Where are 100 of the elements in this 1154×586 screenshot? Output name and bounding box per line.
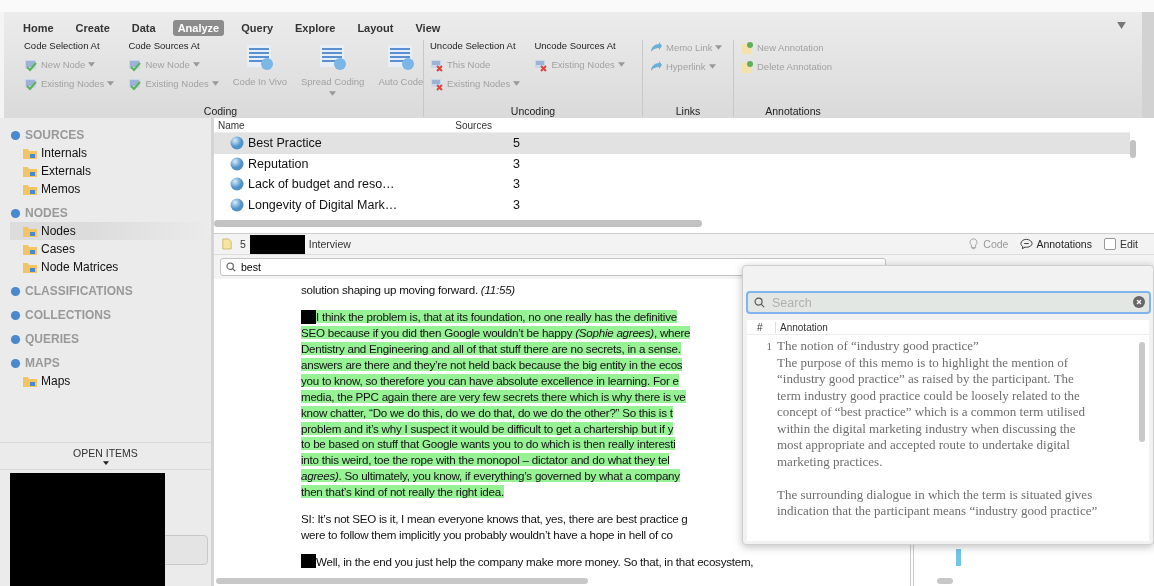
table-row[interactable]: Reputation 3: [214, 153, 1130, 174]
document-title: Interview: [308, 238, 351, 250]
open-items-label[interactable]: OPEN ITEMS: [73, 447, 138, 459]
column-header[interactable]: Sources: [432, 119, 492, 131]
group-label: Links: [675, 105, 701, 117]
document-text: answers are there and they’re not held back because the big entity in the ecos: [301, 358, 683, 371]
sidebar-item[interactable]: Node Matrices: [10, 258, 211, 276]
clear-icon[interactable]: [1133, 296, 1145, 308]
table-cell-text: Reputation: [247, 156, 310, 171]
document-text: problem and it’s why I suspect it would be difficult to get a chartership but if y: [301, 421, 674, 435]
caret-icon: [107, 81, 115, 86]
caret-icon: [329, 91, 337, 96]
lightbulb-icon: [967, 238, 981, 250]
section-icon: [10, 357, 21, 369]
caret-icon: [708, 64, 716, 69]
column-header[interactable]: #: [747, 321, 775, 333]
speech-bubble-icon: [1020, 238, 1034, 250]
sidebar-item[interactable]: Maps: [10, 372, 211, 390]
table-row[interactable]: Best Practice 5: [214, 133, 1130, 154]
document-text: I think the problem is, that at its foundation, no one really has the definitive: [316, 310, 677, 324]
remove-node-icon: [430, 76, 444, 91]
remove-node-icon: [534, 57, 549, 72]
document-text: into this weird, toe the rope with the monopol – dictator and do what they tel: [301, 453, 670, 467]
scrollbar[interactable]: [937, 578, 953, 584]
annotation-text: The surrounding dialogue in which the term is situated gives indication that the participant means “industry good practice”: [777, 486, 1099, 520]
caret-icon: [211, 81, 219, 86]
table-cell-text: Best Practice: [247, 136, 323, 151]
sidebar-item[interactable]: Cases: [10, 240, 211, 258]
group-header: Code Sources At: [128, 40, 201, 53]
note-icon: [740, 59, 754, 74]
search-icon: [754, 297, 765, 308]
document-text: were to follow them implicitly you probably wouldn’t have a hope in hell of co: [301, 527, 673, 541]
table-cell-text: 5: [512, 136, 520, 151]
folder-icon: [22, 374, 38, 388]
node-icon: [230, 136, 244, 151]
scrollbar[interactable]: [214, 220, 702, 227]
document-text: solution shaping up moving forward. (11:55): [301, 283, 515, 297]
folder-icon: [22, 146, 38, 160]
group-header: Uncode Selection At: [430, 40, 517, 53]
section-icon: [10, 333, 21, 345]
sidebar-item[interactable]: Externals: [10, 162, 211, 180]
column-header[interactable]: Name: [214, 119, 432, 131]
toolbar-button[interactable]: Annotations: [1020, 238, 1092, 250]
document-number: 5: [240, 238, 246, 250]
document-text: media, the PPC again there are very few secrets there which is why there is ve: [301, 389, 686, 403]
node-icon: [230, 156, 244, 171]
caret-icon: [617, 62, 625, 67]
group-header: Uncode Sources At: [534, 40, 617, 53]
sidebar-item[interactable]: Memos: [10, 180, 211, 198]
node-icon: [24, 76, 38, 91]
section-icon: [10, 309, 21, 321]
document-text: know chatter, “Do we do this, do we do that, do we do the other?” So this is t: [301, 405, 673, 419]
node-icon: [230, 197, 244, 212]
table-row[interactable]: Longevity of Digital Mark… 3: [214, 194, 1130, 215]
note-icon: [740, 40, 754, 55]
scrollbar[interactable]: [1139, 342, 1145, 442]
document-text: then that’s kind of not really the right idea.: [301, 485, 504, 499]
table-cell-text: Longevity of Digital Mark…: [247, 197, 399, 212]
group-label: Uncoding: [510, 105, 556, 117]
annotation-text: The purpose of this memo is to highlight the mention of “industry good practice” as raised by the participant. The term industry good practice could be loosely related to the concept of “best practice” which is a common term utilised within the digital marketing industry when discussing the most appropriate and accepted route to undertake digital marketing practices.: [777, 354, 1086, 470]
scrollbar[interactable]: [216, 578, 588, 584]
caret-icon: [513, 81, 521, 86]
document-text: Well, in the end you just help the company make more money. So that, in that ecosystem,: [316, 554, 754, 568]
ribbon-tab[interactable]: Create: [70, 20, 115, 36]
sidebar-item[interactable]: Internals: [10, 144, 211, 162]
section-icon: [10, 129, 21, 141]
table-cell-text: 3: [512, 177, 520, 192]
ribbon-tab[interactable]: Layout: [352, 20, 399, 36]
group-header: Code Selection At: [24, 40, 101, 53]
edit-checkbox[interactable]: Edit: [1103, 238, 1138, 250]
node-icon: [128, 57, 143, 72]
coding-stripe: [956, 549, 961, 566]
document-icon: [222, 238, 232, 250]
ribbon-tab[interactable]: Query: [236, 20, 279, 36]
ribbon-tab[interactable]: Data: [126, 20, 161, 36]
group-label: Annotations: [765, 105, 821, 117]
folder-icon: [22, 164, 38, 178]
node-icon: [230, 177, 244, 192]
document-text: SEO because if you did then Google wouldn’t be happy (Sophie agrees), where: [301, 326, 691, 340]
node-icon: [128, 76, 143, 91]
table-cell-text: Lack of budget and reso…: [247, 177, 396, 192]
row-number: 1: [765, 339, 773, 354]
group-label: Coding: [203, 105, 238, 117]
table-row[interactable]: Lack of budget and reso… 3: [214, 174, 1130, 195]
scrollbar[interactable]: [1130, 140, 1136, 158]
document-text: you to know, so therefore you can have absolute excellence in learning. For e: [301, 373, 679, 387]
redaction-bar: [249, 234, 305, 254]
ribbon-tab[interactable]: Home: [18, 20, 59, 36]
caret-icon: [102, 461, 109, 465]
table-cell-text: 3: [512, 156, 520, 171]
document-text: agrees). So ultimately, you know, if everything’s governed by what a company: [301, 469, 680, 483]
folder-icon: [22, 224, 38, 238]
folder-icon: [22, 242, 38, 256]
annotation-title: The notion of “industry good practice”: [777, 338, 980, 355]
collapse-icon[interactable]: [1117, 22, 1126, 29]
column-header[interactable]: Annotation: [775, 321, 828, 333]
caret-icon: [715, 45, 723, 50]
ribbon-tab[interactable]: Explore: [290, 20, 341, 36]
folder-icon: [22, 260, 38, 274]
ribbon-tab[interactable]: View: [410, 20, 446, 36]
